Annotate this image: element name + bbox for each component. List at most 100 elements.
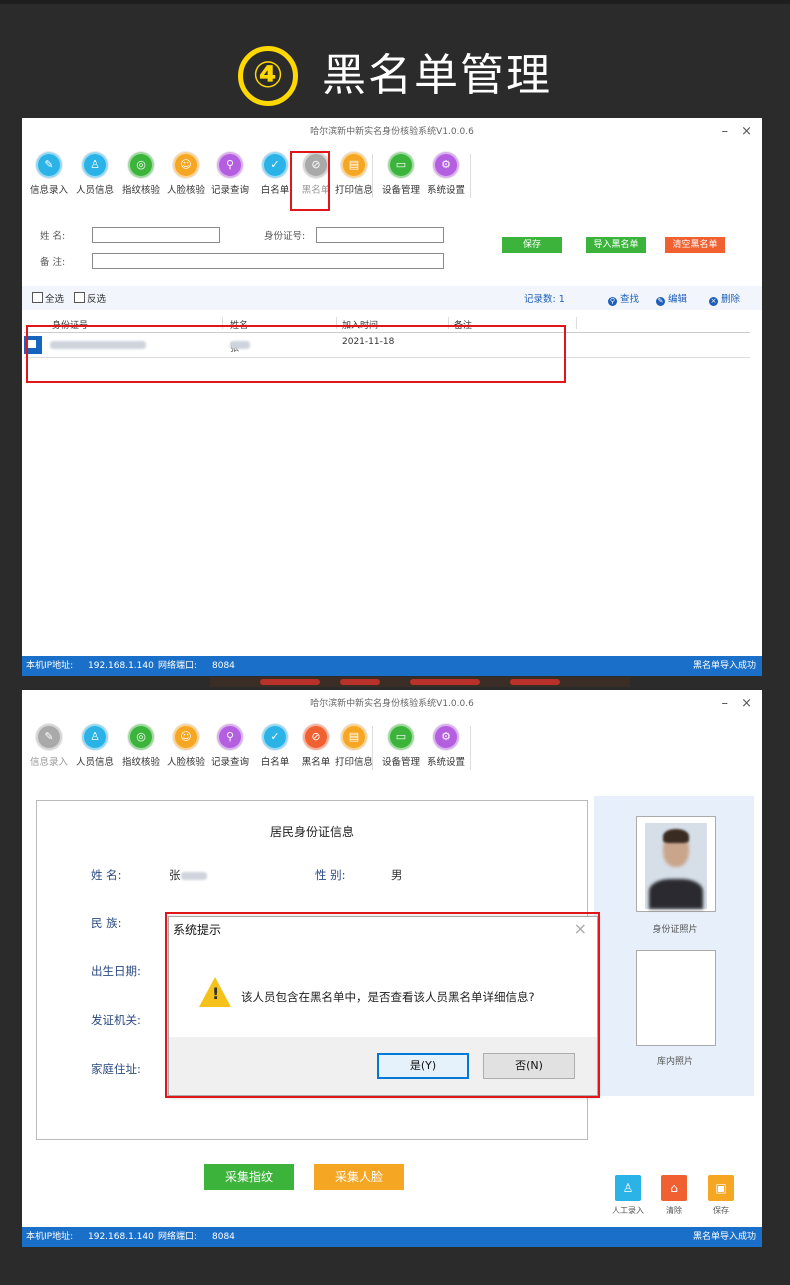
photo-panel: 身份证照片 库内照片: [594, 796, 754, 1096]
pencil-icon: ✎: [36, 724, 62, 750]
find-button[interactable]: ⚲ 查找: [608, 291, 639, 306]
toolbar-item-fingerprint[interactable]: ◎ 指纹核验: [118, 724, 164, 768]
toolbar-item-print[interactable]: ▤ 打印信息: [331, 152, 377, 196]
section-heading: ④ 黑名单管理: [0, 46, 790, 116]
toolbar: ✎ 信息录入 ♙ 人员信息 ◎ 指纹核验 ☺ 人脸核验 ⚲ 记录查询 ✓ 白名单 ⊘ 黑名单 ▤ 打印信息 ▭ 设…: [22, 146, 762, 204]
edit-label: 编辑: [668, 294, 688, 305]
toolbar-item-label: 信息录入: [29, 757, 68, 768]
decorative-strip: [210, 677, 630, 687]
port-label: 网络端口:: [158, 661, 198, 671]
fingerprint-icon: ◎: [128, 724, 154, 750]
clear-button[interactable]: ⌂: [661, 1175, 687, 1201]
invert-label: 反选: [87, 294, 107, 305]
clear-label: 清除: [666, 1206, 682, 1215]
name-input[interactable]: [92, 227, 220, 243]
delete-button[interactable]: × 删除: [709, 291, 740, 306]
toolbar-item-face[interactable]: ☺ 人脸核验: [163, 152, 209, 196]
capture-fingerprint-button[interactable]: 采集指纹: [204, 1164, 294, 1190]
import-blacklist-button[interactable]: 导入黑名单: [586, 237, 646, 253]
port-value: 8084: [212, 661, 235, 671]
search-icon: ⚲: [217, 724, 243, 750]
toolbar-item-label: 打印信息: [334, 757, 373, 768]
toolbar: ✎ 信息录入 ♙ 人员信息 ◎ 指纹核验 ☺ 人脸核验 ⚲ 记录查询 ✓ 白名单 ⊘ 黑名单 ▤ 打印信息 ▭ 设…: [22, 718, 762, 776]
top-border: [0, 0, 790, 4]
toolbar-item-users[interactable]: ♙ 人员信息: [72, 724, 118, 768]
search-icon: ⚲: [608, 297, 617, 306]
status-bar: 本机IP地址: 192.168.1.140 网络端口: 8084 黑名单导入成功: [22, 656, 762, 676]
address-label: 家庭住址:: [91, 1062, 141, 1076]
toolbar-item-label: 白名单: [260, 757, 290, 768]
invert-checkbox[interactable]: [74, 292, 85, 303]
port-label: 网络端口:: [158, 1232, 198, 1242]
birth-label: 出生日期:: [91, 964, 141, 978]
toolbar-item-search[interactable]: ⚲ 记录查询: [207, 724, 253, 768]
save-label: 保存: [713, 1206, 729, 1215]
find-label: 查找: [620, 294, 640, 305]
toolbar-item-gear[interactable]: ⚙ 系统设置: [423, 724, 469, 768]
window-title: 哈尔滨新中新实名身份核验系统V1.0.0.6: [310, 127, 474, 137]
minimize-button[interactable]: –: [722, 690, 729, 718]
toolbar-item-users[interactable]: ♙ 人员信息: [72, 152, 118, 196]
toolbar-separator: [372, 726, 373, 770]
toolbar-item-label: 人员信息: [75, 757, 114, 768]
select-all-checkbox[interactable]: [32, 292, 43, 303]
toolbar-item-gear[interactable]: ⚙ 系统设置: [423, 152, 469, 196]
toolbar-item-search[interactable]: ⚲ 记录查询: [207, 152, 253, 196]
toolbar-item-label: 系统设置: [426, 757, 465, 768]
print-icon: ▤: [341, 152, 367, 178]
gear-icon: ⚙: [433, 724, 459, 750]
toolbar-item-pencil[interactable]: ✎ 信息录入: [26, 724, 72, 768]
id-number-label: 身份证号:: [264, 231, 306, 242]
toolbar-item-check[interactable]: ✓ 白名单: [252, 724, 298, 768]
blacklist-form: 姓 名: 身份证号: 备 注: 保存 导入黑名单 清空黑名单: [22, 218, 762, 278]
id-number-input[interactable]: [316, 227, 444, 243]
title-bar: 哈尔滨新中新实名身份核验系统V1.0.0.6 – ×: [22, 690, 762, 718]
toolbar-item-label: 记录查询: [210, 757, 249, 768]
toolbar-item-face[interactable]: ☺ 人脸核验: [163, 724, 209, 768]
status-message: 黑名单导入成功: [692, 661, 756, 671]
monitor-icon: ▭: [388, 724, 414, 750]
toolbar-item-label: 人脸核验: [166, 185, 205, 196]
save-icon: ▣: [715, 1181, 727, 1195]
id-photo: [636, 816, 716, 912]
clear-blacklist-button[interactable]: 清空黑名单: [665, 237, 725, 253]
minimize-button[interactable]: –: [722, 118, 729, 146]
gender-value: 男: [391, 868, 403, 882]
step-number: ④: [238, 46, 298, 106]
remark-label: 备 注:: [40, 257, 66, 268]
toolbar-separator: [372, 154, 373, 198]
trash-icon: ⌂: [670, 1181, 678, 1195]
id-photo-label: 身份证照片: [652, 925, 698, 935]
app-window-blacklist: 哈尔滨新中新实名身份核验系统V1.0.0.6 – × ✎ 信息录入 ♙ 人员信息 ◎ 指纹…: [22, 118, 762, 676]
highlight-blacklist-tab: [290, 151, 330, 211]
users-icon: ♙: [82, 152, 108, 178]
toolbar-item-monitor[interactable]: ▭ 设备管理: [378, 724, 424, 768]
toolbar-item-print[interactable]: ▤ 打印信息: [331, 724, 377, 768]
close-button[interactable]: ×: [741, 690, 752, 718]
face-icon: ☺: [173, 152, 199, 178]
manual-entry-button[interactable]: ♙: [615, 1175, 641, 1201]
save-button[interactable]: ▣: [708, 1175, 734, 1201]
remark-input[interactable]: [92, 253, 444, 269]
close-button[interactable]: ×: [741, 118, 752, 146]
title-bar: 哈尔滨新中新实名身份核验系统V1.0.0.6 – ×: [22, 118, 762, 146]
manual-entry-label: 人工录入: [612, 1206, 644, 1215]
toolbar-item-pencil[interactable]: ✎ 信息录入: [26, 152, 72, 196]
highlight-table-row: [26, 325, 566, 383]
face-icon: ☺: [173, 724, 199, 750]
toolbar-item-monitor[interactable]: ▭ 设备管理: [378, 152, 424, 196]
fingerprint-icon: ◎: [128, 152, 154, 178]
user-icon: ♙: [622, 1181, 634, 1195]
window-title: 哈尔滨新中新实名身份核验系统V1.0.0.6: [310, 699, 474, 709]
delete-icon: ×: [709, 297, 718, 306]
toolbar-item-label: 记录查询: [210, 185, 249, 196]
toolbar-item-fingerprint[interactable]: ◎ 指纹核验: [118, 152, 164, 196]
search-icon: ⚲: [217, 152, 243, 178]
check-icon: ✓: [262, 152, 288, 178]
toolbar-item-label: 人员信息: [75, 185, 114, 196]
edit-button[interactable]: ✎ 编辑: [656, 291, 687, 306]
save-button[interactable]: 保存: [502, 237, 562, 253]
toolbar-item-label: 人脸核验: [166, 757, 205, 768]
delete-label: 删除: [721, 294, 741, 305]
capture-face-button[interactable]: 采集人脸: [314, 1164, 404, 1190]
